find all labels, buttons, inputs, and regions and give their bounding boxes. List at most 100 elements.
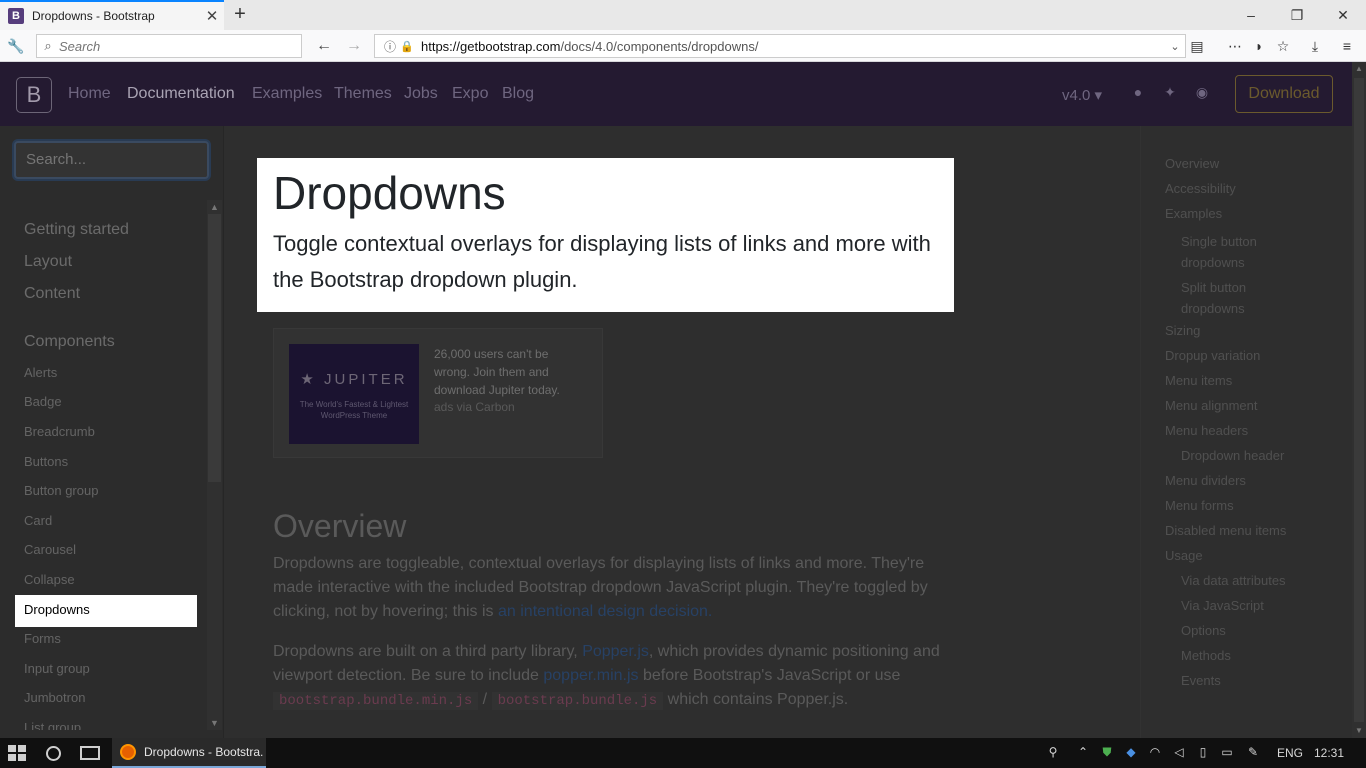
pocket-icon[interactable]: ◗ bbox=[1248, 35, 1270, 57]
reader-view-icon[interactable]: ▤ bbox=[1186, 35, 1208, 57]
toc-item[interactable]: Menu dividers bbox=[1165, 473, 1246, 488]
bookmark-star-icon[interactable]: ☆ bbox=[1272, 35, 1294, 57]
volume-icon[interactable]: ◁ bbox=[1170, 745, 1188, 759]
restore-button[interactable]: ❐ bbox=[1274, 0, 1320, 30]
sidebar-group-getting-started[interactable]: Getting started bbox=[24, 221, 129, 239]
sidebar-item-carousel[interactable]: Carousel bbox=[24, 542, 76, 557]
twitter-icon[interactable]: ✦ bbox=[1160, 82, 1180, 102]
sidebar-group-components[interactable]: Components bbox=[24, 333, 115, 351]
sidebar-item-buttons[interactable]: Buttons bbox=[24, 454, 68, 469]
toc-item[interactable]: Split button dropdowns bbox=[1181, 277, 1281, 319]
sidebar-item-collapse[interactable]: Collapse bbox=[24, 572, 75, 587]
ad-via-link[interactable]: ads via Carbon bbox=[434, 400, 515, 414]
taskbar-firefox-app[interactable]: Dropdowns - Bootstra... bbox=[112, 738, 266, 768]
page-scrollbar-thumb[interactable] bbox=[1354, 78, 1364, 722]
toc-item[interactable]: Events bbox=[1181, 673, 1221, 688]
browser-search-box[interactable]: ⌕ bbox=[36, 34, 302, 58]
toc-item[interactable]: Usage bbox=[1165, 548, 1203, 563]
scroll-up-icon[interactable]: ▲ bbox=[207, 200, 222, 214]
nav-blog[interactable]: Blog bbox=[502, 85, 534, 103]
sidebar-item-card[interactable]: Card bbox=[24, 513, 52, 528]
toc-item[interactable]: Examples bbox=[1165, 206, 1222, 221]
sidebar-group-layout[interactable]: Layout bbox=[24, 253, 72, 271]
design-decision-link[interactable]: an intentional design decision. bbox=[498, 603, 712, 620]
forward-arrow-icon[interactable]: → bbox=[342, 35, 366, 57]
nav-home[interactable]: Home bbox=[68, 85, 111, 103]
nav-jobs[interactable]: Jobs bbox=[404, 85, 438, 103]
version-dropdown[interactable]: v4.0 ▾ bbox=[1062, 86, 1102, 104]
ad-text[interactable]: 26,000 users can't be wrong. Join them a… bbox=[434, 345, 584, 399]
popper-link[interactable]: Popper.js bbox=[582, 643, 649, 660]
menu-icon[interactable]: ≡ bbox=[1336, 35, 1358, 57]
toc-item[interactable]: Via data attributes bbox=[1181, 573, 1286, 588]
sidebar-item-dropdowns[interactable]: Dropdowns bbox=[15, 595, 197, 627]
toc-item[interactable]: Accessibility bbox=[1165, 181, 1236, 196]
sidebar-item-breadcrumb[interactable]: Breadcrumb bbox=[24, 424, 95, 439]
slack-icon[interactable]: ◉ bbox=[1192, 82, 1212, 102]
cortana-icon[interactable] bbox=[46, 746, 61, 761]
browser-tab[interactable]: B Dropdowns - Bootstrap ✕ bbox=[0, 0, 224, 30]
toc-item[interactable]: Disabled menu items bbox=[1165, 523, 1286, 538]
carbon-ad[interactable]: ★ JUPITER The World's Fastest & Lightest… bbox=[273, 328, 603, 458]
ad-image[interactable]: ★ JUPITER The World's Fastest & Lightest… bbox=[289, 344, 419, 444]
windows-start-icon[interactable] bbox=[8, 745, 26, 761]
minimize-button[interactable]: – bbox=[1228, 0, 1274, 30]
task-view-icon[interactable] bbox=[80, 746, 100, 760]
scroll-down-icon[interactable]: ▼ bbox=[1352, 724, 1366, 738]
tab-close-icon[interactable]: ✕ bbox=[200, 7, 224, 25]
download-button[interactable]: Download bbox=[1235, 75, 1333, 113]
scroll-up-icon[interactable]: ▲ bbox=[1352, 62, 1366, 76]
new-tab-button[interactable]: + bbox=[228, 3, 252, 27]
back-arrow-icon[interactable]: ← bbox=[312, 35, 336, 57]
shield-icon[interactable]: ⛊ bbox=[1098, 745, 1116, 760]
toc-item[interactable]: Menu alignment bbox=[1165, 398, 1258, 413]
toc-item[interactable]: Menu headers bbox=[1165, 423, 1248, 438]
nav-expo[interactable]: Expo bbox=[452, 85, 488, 103]
sidebar-item-button-group[interactable]: Button group bbox=[24, 483, 98, 498]
docs-search-box[interactable] bbox=[14, 141, 209, 179]
nav-examples[interactable]: Examples bbox=[252, 85, 322, 103]
people-icon[interactable]: ⚲ bbox=[1044, 745, 1062, 759]
nav-documentation[interactable]: Documentation bbox=[127, 85, 235, 103]
sidebar-group-content[interactable]: Content bbox=[24, 285, 80, 303]
window-close-button[interactable]: ✕ bbox=[1320, 0, 1366, 30]
dropbox-icon[interactable]: ◆ bbox=[1122, 745, 1140, 759]
sidebar-item-input-group[interactable]: Input group bbox=[24, 661, 90, 676]
sidebar-item-badge[interactable]: Badge bbox=[24, 394, 62, 409]
nav-themes[interactable]: Themes bbox=[334, 85, 392, 103]
lock-icon[interactable]: 🔒 bbox=[399, 40, 415, 53]
toc-item[interactable]: Dropdown header bbox=[1181, 448, 1284, 463]
toc-item[interactable]: Single button dropdowns bbox=[1181, 231, 1281, 273]
sidebar-item-list-group[interactable]: List group bbox=[24, 720, 81, 730]
url-text[interactable]: https://getbootstrap.com/docs/4.0/compon… bbox=[421, 39, 1165, 54]
popper-min-link[interactable]: popper.min.js bbox=[543, 667, 638, 684]
info-icon[interactable]: ⓘ bbox=[381, 38, 399, 55]
toc-item[interactable]: Methods bbox=[1181, 648, 1231, 663]
sidebar-scrollbar-thumb[interactable] bbox=[208, 214, 221, 482]
language-indicator[interactable]: ENG bbox=[1277, 746, 1303, 760]
tray-chevron-icon[interactable]: ⌃ bbox=[1074, 745, 1092, 759]
battery-icon[interactable]: ▯ bbox=[1194, 745, 1212, 759]
toc-item[interactable]: Overview bbox=[1165, 156, 1219, 171]
wifi-icon[interactable]: ◠ bbox=[1146, 745, 1164, 759]
toc-item[interactable]: Via JavaScript bbox=[1181, 598, 1264, 613]
github-icon[interactable]: ● bbox=[1128, 82, 1148, 102]
url-dropdown-icon[interactable]: ⌄ bbox=[1165, 40, 1185, 53]
page-scrollbar[interactable]: ▲ ▼ bbox=[1352, 62, 1366, 738]
sidebar-item-jumbotron[interactable]: Jumbotron bbox=[24, 690, 85, 705]
sidebar-item-forms[interactable]: Forms bbox=[24, 631, 61, 646]
pen-icon[interactable]: ✎ bbox=[1244, 745, 1262, 759]
toc-item[interactable]: Sizing bbox=[1165, 323, 1200, 338]
more-actions-icon[interactable]: ⋯ bbox=[1224, 35, 1246, 57]
toc-item[interactable]: Options bbox=[1181, 623, 1226, 638]
browser-search-input[interactable] bbox=[59, 38, 289, 54]
toc-item[interactable]: Menu items bbox=[1165, 373, 1232, 388]
wrench-icon[interactable]: 🔧 bbox=[6, 36, 26, 56]
scroll-down-icon[interactable]: ▼ bbox=[207, 716, 222, 730]
toc-item[interactable]: Dropup variation bbox=[1165, 348, 1260, 363]
bootstrap-logo-icon[interactable]: B bbox=[16, 77, 52, 113]
url-bar[interactable]: ⓘ 🔒 https://getbootstrap.com/docs/4.0/co… bbox=[374, 34, 1186, 58]
sidebar-item-alerts[interactable]: Alerts bbox=[24, 365, 57, 380]
clock[interactable]: 12:31 bbox=[1314, 746, 1344, 760]
toc-item[interactable]: Menu forms bbox=[1165, 498, 1234, 513]
